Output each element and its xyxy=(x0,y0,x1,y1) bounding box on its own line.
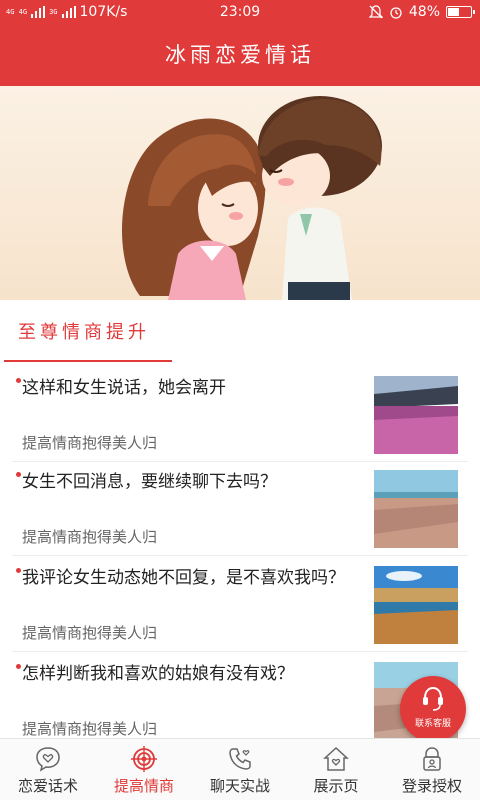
page-title: 冰雨恋爱情话 xyxy=(0,24,480,86)
article-thumbnail xyxy=(374,376,458,454)
lavender-field-image xyxy=(374,376,458,454)
article-title: 我评论女生动态她不回复，是不喜欢我吗？ xyxy=(22,568,345,588)
tab-login-auth[interactable]: 登录授权 xyxy=(384,739,480,800)
article-subtitle: 提高情商抱得美人归 xyxy=(22,720,158,738)
bell-off-icon xyxy=(368,5,383,19)
contact-service-label: 联系客服 xyxy=(414,719,451,729)
article-subtitle: 提高情商抱得美人归 xyxy=(22,434,158,452)
article-title: 怎样判断我和喜欢的姑娘有没有戏？ xyxy=(22,664,294,684)
tab-label: 提高情商 xyxy=(113,777,174,795)
bullet-dot xyxy=(16,568,21,573)
tab-love-talk[interactable]: 恋爱话术 xyxy=(0,739,96,800)
tab-label: 展示页 xyxy=(313,777,359,795)
list-item[interactable]: 女生不回消息，要继续聊下去吗？ 提高情商抱得美人归 xyxy=(12,464,468,556)
tab-label: 聊天实战 xyxy=(209,777,270,795)
banner-carousel[interactable] xyxy=(0,86,480,300)
section-underline xyxy=(4,360,172,362)
tab-label: 登录授权 xyxy=(401,777,462,795)
beach-road-image xyxy=(374,470,458,548)
couple-illustration xyxy=(121,96,382,300)
heart-chat-icon xyxy=(36,747,60,772)
tab-label: 恋爱话术 xyxy=(17,777,78,795)
alarm-icon xyxy=(390,7,402,19)
bullet-dot xyxy=(16,472,21,477)
article-title: 女生不回消息，要继续聊下去吗？ xyxy=(22,472,277,492)
house-heart-icon xyxy=(323,746,349,771)
article-thumbnail xyxy=(374,566,458,644)
lock-user-icon xyxy=(423,747,441,771)
target-icon xyxy=(131,746,157,772)
tab-showcase[interactable]: 展示页 xyxy=(288,739,384,800)
bullet-dot xyxy=(16,378,21,383)
bottom-tab-bar: 恋爱话术 提高情商 聊天实战 展示页 登录授权 xyxy=(0,738,480,800)
headset-icon xyxy=(423,686,443,711)
tab-eq-improve[interactable]: 提高情商 xyxy=(96,739,192,800)
article-thumbnail xyxy=(374,470,458,548)
article-subtitle: 提高情商抱得美人归 xyxy=(22,624,158,642)
list-item[interactable]: 我评论女生动态她不回复，是不喜欢我吗？ 提高情商抱得美人归 xyxy=(12,560,468,652)
list-item[interactable]: 这样和女生说话，她会离开 提高情商抱得美人归 xyxy=(12,370,468,462)
tab-chat-practice[interactable]: 聊天实战 xyxy=(192,739,288,800)
contact-service-button[interactable]: 联系客服 xyxy=(400,676,466,742)
bullet-dot xyxy=(16,664,21,669)
desert-lake-image xyxy=(374,566,458,644)
status-bar: 4G 4G 3G 107K/s 23:09 48% xyxy=(0,0,480,24)
status-right: 48% xyxy=(368,4,475,20)
battery-fill xyxy=(448,8,459,16)
phone-heart-icon xyxy=(229,748,251,770)
section-title: 至尊情商提升 xyxy=(18,322,150,343)
article-title: 这样和女生说话，她会离开 xyxy=(22,378,226,398)
battery-icon xyxy=(446,6,475,18)
battery-percent: 48% xyxy=(408,4,440,20)
article-subtitle: 提高情商抱得美人归 xyxy=(22,528,158,546)
